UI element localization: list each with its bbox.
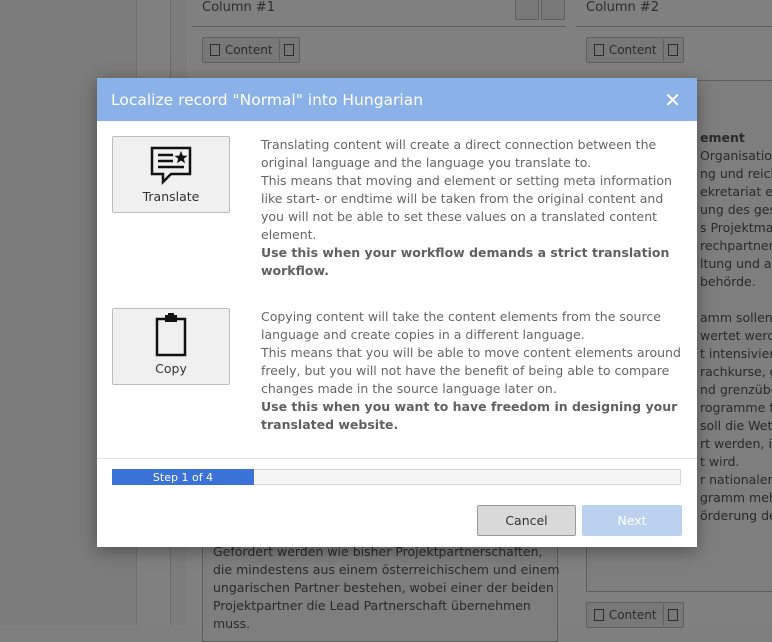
background-text-line: rogramme fü — [700, 400, 772, 415]
background-text-line: ng und reich — [700, 166, 772, 181]
background-text-line: rachkurse, g — [700, 364, 772, 379]
background-text-line: rt werden, in — [700, 436, 772, 451]
translate-label: Translate — [142, 189, 200, 204]
translate-desc-line2: This means that moving and element or se… — [261, 173, 672, 242]
background-text-line: amm sollen a — [700, 310, 772, 325]
add-content-icon — [594, 609, 604, 621]
column1-new-content-button[interactable]: Content — [202, 37, 300, 63]
cancel-button[interactable]: Cancel — [477, 505, 576, 536]
translate-icon — [150, 146, 192, 185]
background-text-line: ement — [700, 130, 745, 145]
background-text-line: Organisatio — [700, 148, 772, 163]
copy-button[interactable]: Copy — [112, 308, 230, 385]
translate-description: Translating content will create a direct… — [261, 136, 681, 280]
translate-desc-line3: Use this when your workflow demands a st… — [261, 245, 670, 278]
background-text-line: behörde. — [700, 274, 756, 289]
background-text-line: t intensiviere — [700, 346, 772, 361]
close-icon[interactable]: ✕ — [664, 90, 681, 110]
clipboard-icon — [155, 313, 187, 357]
column2-new-content-button-bottom[interactable]: Content — [586, 602, 684, 628]
progress-label: Step 1 of 4 — [152, 470, 214, 484]
footer-divider — [97, 458, 697, 459]
paste-icon — [284, 44, 295, 56]
column1-divider — [192, 26, 566, 27]
background-text-line: örderung der — [700, 508, 772, 523]
column2-content-label: Content — [608, 43, 657, 57]
column1-title: Column #1 — [202, 0, 276, 15]
translate-button[interactable]: Translate — [112, 136, 230, 213]
background-text-line: soll die Wettb — [700, 418, 772, 433]
column2-divider — [576, 26, 772, 27]
add-content-icon — [210, 44, 220, 56]
column1-content-label: Content — [224, 43, 273, 57]
background-text-line: t wird. — [700, 454, 740, 469]
background-text-line: muss. — [213, 616, 251, 631]
column2-content-label-bottom: Content — [608, 608, 657, 622]
background-text-line: nd grenzübe — [700, 382, 772, 397]
paste-icon — [668, 609, 679, 621]
copy-desc-line3: Use this when you want to have freedom i… — [261, 399, 678, 432]
copy-desc-line2: This means that you will be able to move… — [261, 345, 681, 396]
modal-header: Localize record "Normal" into Hungarian … — [97, 78, 697, 121]
background-text-line: wertet werde — [700, 328, 772, 343]
paste-icon — [668, 44, 679, 56]
background-text-line: ungarischen Partner bestehen, wobei eine… — [213, 580, 554, 595]
edit-icon[interactable] — [515, 0, 539, 20]
localize-modal: Localize record "Normal" into Hungarian … — [97, 78, 697, 547]
background-text-line: r nationalen — [700, 472, 772, 487]
background-text-line: ung des gesam — [700, 202, 772, 217]
column2-new-content-button[interactable]: Content — [586, 37, 684, 63]
copy-description: Copying content will take the content el… — [261, 308, 681, 434]
next-button[interactable]: Next — [582, 505, 682, 536]
background-text-line: ekretariat ei — [700, 184, 772, 199]
translate-desc-line1: Translating content will create a direct… — [261, 137, 657, 170]
add-content-icon — [594, 44, 604, 56]
modal-title: Localize record "Normal" into Hungarian — [111, 90, 424, 109]
column2-title: Column #2 — [586, 0, 660, 15]
background-text-line: s Projektmar — [700, 220, 772, 235]
progress-bar: Step 1 of 4 — [112, 469, 681, 485]
background-text-line: gramm mehr — [700, 490, 772, 505]
progress-fill: Step 1 of 4 — [112, 469, 254, 485]
background-text-line: ltung und all — [700, 256, 772, 271]
collapse-icon[interactable] — [541, 0, 565, 20]
copy-label: Copy — [155, 361, 187, 376]
background-text-line: rechpartner — [700, 238, 772, 253]
background-text-line: Projektpartner die Lead Partnerschaft üb… — [213, 598, 531, 613]
background-text-line: die mindestens aus einem österreichische… — [213, 562, 560, 577]
copy-desc-line1: Copying content will take the content el… — [261, 309, 661, 342]
